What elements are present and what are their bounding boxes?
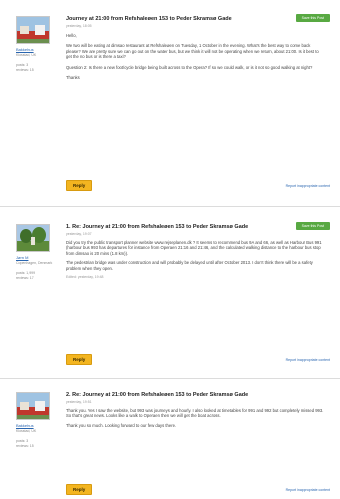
avatar[interactable] [16, 392, 50, 420]
save-post-button[interactable]: Save this Post [295, 222, 330, 230]
post-body: 2. Re: Journey at 21:00 from Refshaleøen… [60, 388, 330, 499]
reply-button[interactable]: Reply [66, 354, 93, 365]
post-title: 1. Re: Journey at 21:00 from Refshaleøen… [66, 224, 249, 230]
author-location: Klosstad, UK [16, 53, 37, 57]
save-post-button[interactable]: Save this Post [295, 14, 330, 22]
post-actions: Reply Report inappropriate content [66, 484, 330, 495]
forum-thread: Bakkehus Klosstad, UK posts: 3 reviews: … [0, 0, 340, 499]
post-date: yesterday, 19:51 [66, 399, 92, 404]
post-date: yesterday, 18:05 [66, 23, 92, 28]
author-location: Copenhagen, Denmark [16, 261, 53, 265]
author-name-link[interactable]: Jørn M [16, 255, 60, 260]
post-actions: Reply Report inappropriate content [66, 180, 330, 191]
author-review-count: reviews: 15 [16, 444, 34, 448]
post-paragraph: Thanks [66, 75, 80, 81]
reply-button[interactable]: Reply [66, 484, 93, 495]
post-body: 1. Re: Journey at 21:00 from Refshaleøen… [60, 220, 330, 370]
avatar-image [17, 225, 49, 251]
avatar-image [17, 393, 49, 419]
post-author: Bakkehus Klosstad, UK posts: 3 reviews: … [12, 12, 60, 198]
post-date: yesterday, 19:07 [66, 231, 92, 236]
post-author: Jørn M Copenhagen, Denmark posts: 1,999 … [12, 220, 60, 370]
forum-post: Jørn M Copenhagen, Denmark posts: 1,999 … [12, 220, 330, 370]
post-paragraph: We two will be eating at dimsao restaura… [66, 43, 319, 60]
post-title: 2. Re: Journey at 21:00 from Refshaleøen… [66, 392, 249, 398]
avatar[interactable] [16, 224, 50, 252]
forum-post: Bakkehus Klosstad, UK posts: 3 reviews: … [12, 12, 330, 198]
post-title: Journey at 21:00 from Refshaleøen 153 to… [66, 16, 232, 22]
author-review-count: reviews: 17 [16, 276, 34, 280]
post-author: Bakkehus Klosstad, UK posts: 3 reviews: … [12, 388, 60, 499]
author-location: Klosstad, UK [16, 429, 37, 433]
post-paragraph: Hello, [66, 32, 77, 38]
author-post-count: posts: 3 [16, 438, 29, 443]
reply-button[interactable]: Reply [66, 180, 93, 191]
report-link[interactable]: Report inappropriate content [286, 184, 330, 188]
post-actions: Reply Report inappropriate content [66, 354, 330, 365]
forum-post: Bakkehus Klosstad, UK posts: 3 reviews: … [12, 388, 330, 499]
author-name-link[interactable]: Bakkehus [16, 423, 60, 428]
post-paragraph: Did you try the public transport planner… [66, 239, 322, 256]
post-divider [0, 378, 340, 379]
post-paragraph: Question 2: Is there a new foot/cycle br… [66, 64, 313, 70]
post-paragraph: Thank you. Yes I saw the website, but 99… [66, 407, 324, 419]
post-paragraph: Thank you so much. Looking forward to ou… [66, 422, 177, 428]
author-post-count: posts: 3 [16, 62, 29, 67]
author-review-count: reviews: 15 [16, 68, 34, 72]
avatar-image [17, 17, 49, 43]
avatar[interactable] [16, 16, 50, 44]
author-name-link[interactable]: Bakkehus [16, 47, 60, 52]
edited-note: Edited: yesterday, 19:48 [66, 275, 104, 280]
post-divider [0, 206, 340, 207]
report-link[interactable]: Report inappropriate content [286, 358, 330, 362]
author-post-count: posts: 1,999 [16, 270, 36, 275]
post-body: Journey at 21:00 from Refshaleøen 153 to… [60, 12, 330, 198]
report-link[interactable]: Report inappropriate content [286, 488, 330, 492]
post-paragraph: The pedestrian bridge was under construc… [66, 260, 313, 271]
